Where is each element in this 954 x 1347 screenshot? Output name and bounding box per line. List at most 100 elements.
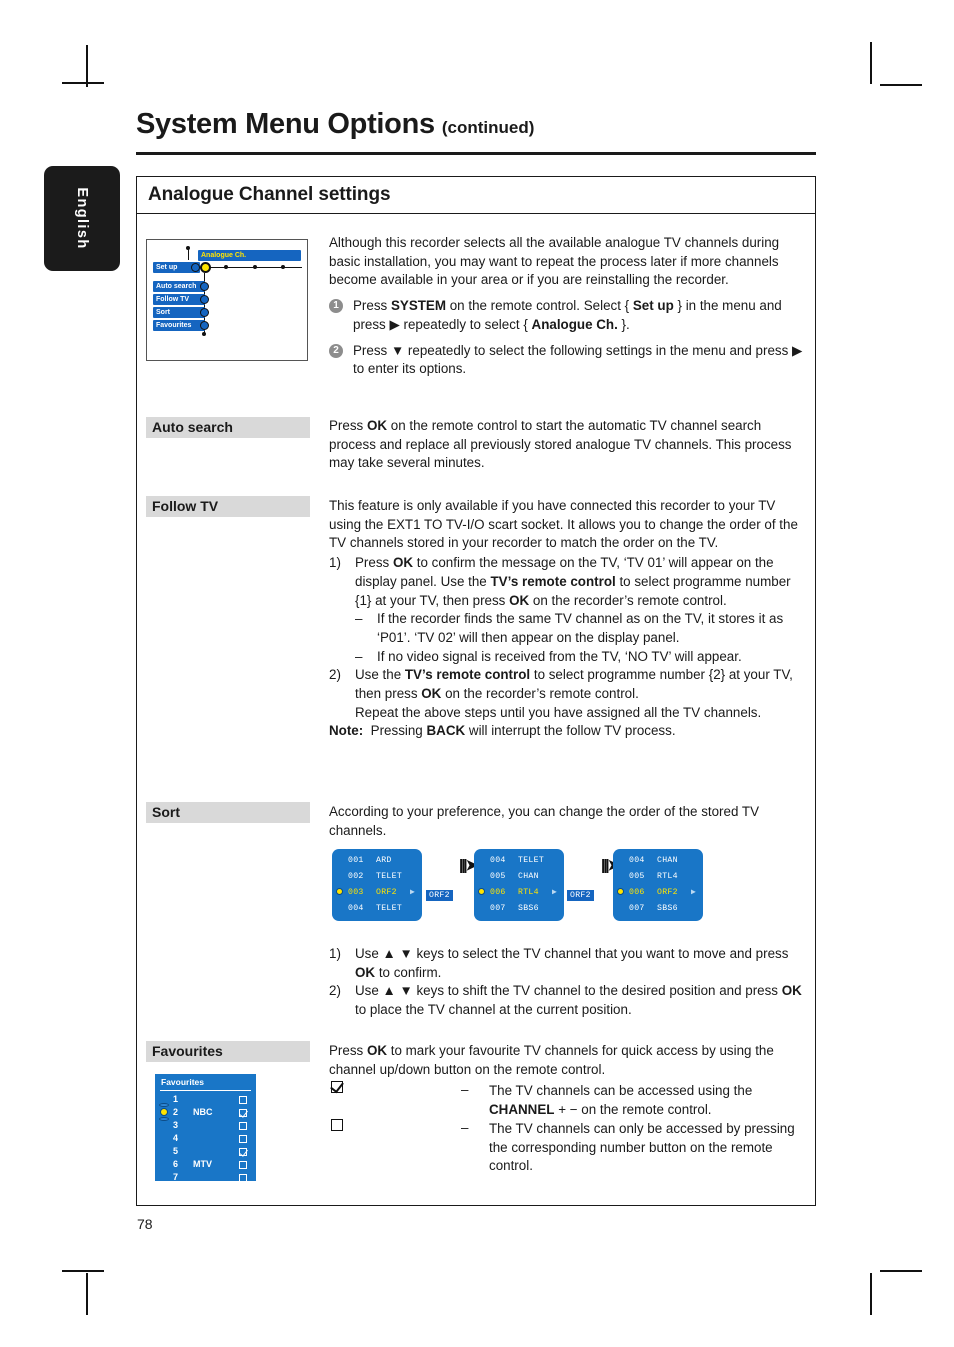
sort-step-1: 1) Use ▲ ▼ keys to select the TV channel… <box>329 945 807 982</box>
dash-marker: – <box>355 648 363 664</box>
legend-dash-1: – <box>461 1082 469 1097</box>
favourites-row-number: 5 <box>173 1146 179 1156</box>
sort-step-1-text: Use ▲ ▼ keys to select the TV channel th… <box>355 946 789 980</box>
follow-tv-dash-2: – If no video signal is received from th… <box>355 648 807 667</box>
sort-row-number: 002 <box>348 872 364 881</box>
crop-mark-top-left-vertical <box>86 45 88 87</box>
menu-track-bottom-dot <box>202 332 206 336</box>
sort-row: 001 ARD <box>332 853 422 869</box>
menu-track-dot-2 <box>253 265 257 269</box>
favourites-row: 2 NBC <box>155 1107 256 1120</box>
sort-row: 004 TELET <box>474 853 564 869</box>
sort-row-name: ARD <box>376 856 392 865</box>
favourites-checkbox-checked-icon[interactable] <box>239 1148 247 1156</box>
follow-tv-step-2-text: Use the TV’s remote control to select pr… <box>355 667 793 720</box>
favourites-checkbox-checked-icon[interactable] <box>239 1109 247 1117</box>
favourites-row-name: MTV <box>193 1159 212 1169</box>
follow-tv-step-2: 2) Use the TV’s remote control to select… <box>329 666 807 722</box>
favourites-checkbox-unchecked-icon[interactable] <box>239 1135 247 1143</box>
legend-text-2: The TV channels can only be accessed by … <box>489 1121 795 1174</box>
step-2-text: Press ▼ repeatedly to select the followi… <box>353 342 803 377</box>
intro-step-1: 1 Press SYSTEM on the remote control. Se… <box>329 297 807 334</box>
favourites-row-name: NBC <box>193 1107 213 1117</box>
menu-track-dot-1 <box>224 265 228 269</box>
sort-row-name: RTL4 <box>657 872 678 881</box>
sort-row: 004 CHAN <box>613 853 703 869</box>
sort-row: 007 SBS6 <box>474 901 564 917</box>
favourites-row-number: 7 <box>173 1172 179 1182</box>
sort-row-selected: 006 ORF2 ▶ <box>613 885 703 901</box>
favourites-row: 4 <box>155 1133 256 1146</box>
menu-header-analogue-ch: Analogue Ch. <box>198 250 301 261</box>
follow-tv-step-1-text: Press OK to confirm the message on the T… <box>355 555 791 608</box>
label-sort: Sort <box>146 802 310 823</box>
step-1-badge: 1 <box>329 299 343 314</box>
legend-text-1: The TV channels can be accessed using th… <box>489 1083 753 1117</box>
sort-row-name: SBS6 <box>518 904 539 913</box>
favourites-row: 3 <box>155 1120 256 1133</box>
favourites-row: 1 <box>155 1094 256 1107</box>
sort-row-selected: 006 RTL4 ▶ <box>474 885 564 901</box>
follow-tv-dash-2-text: If no video signal is received from the … <box>377 648 742 664</box>
favourites-checkbox-unchecked-icon[interactable] <box>239 1096 247 1104</box>
page-title-continued: (continued) <box>441 118 535 137</box>
sort-row-name: CHAN <box>657 856 678 865</box>
language-tab: English <box>44 166 120 271</box>
sort-row-number: 004 <box>629 856 645 865</box>
sort-step-1-number: 1) <box>329 946 341 961</box>
favourites-checkbox-unchecked-icon[interactable] <box>239 1161 247 1169</box>
favourites-intro: Press OK to mark your favourite TV chann… <box>329 1043 774 1077</box>
menu-node-favourites <box>200 321 209 330</box>
sort-row-number: 004 <box>348 904 364 913</box>
dash-marker: – <box>355 611 363 627</box>
favourites-checkbox-unchecked-icon[interactable] <box>239 1122 247 1130</box>
follow-tv-step-1: 1) Press OK to confirm the message on th… <box>329 554 807 610</box>
favourites-row-number: 3 <box>173 1120 179 1130</box>
menu-node-auto-search <box>200 282 209 291</box>
favourites-row: 7 <box>155 1172 256 1185</box>
sort-row-right-arrow-icon: ▶ <box>691 888 697 897</box>
favourites-row-number: 2 <box>173 1107 179 1117</box>
favourites-panel-illustration: Favourites 1 2 NBC 3 4 5 6 MTV 7 <box>155 1074 256 1182</box>
sort-step-2: 2) Use ▲ ▼ keys to shift the TV channel … <box>329 982 807 1019</box>
favourites-checkbox-unchecked-icon[interactable] <box>239 1174 247 1182</box>
favourites-panel-title: Favourites <box>161 1077 204 1087</box>
menu-stem-top-dot <box>186 246 190 250</box>
follow-tv-block: This feature is only available if you ha… <box>329 497 807 741</box>
legend-dash-2: – <box>461 1120 469 1135</box>
sort-row-name: RTL4 <box>518 888 539 897</box>
sort-row-number: 005 <box>490 872 506 881</box>
favourites-row: 5 <box>155 1146 256 1159</box>
analogue-channel-menu-illustration: Analogue Ch. Set up Auto search Follow T… <box>146 239 308 361</box>
follow-tv-note: Note: Pressing BACK will interrupt the f… <box>329 723 676 739</box>
label-follow-tv: Follow TV <box>146 496 310 517</box>
intro-step-2: 2 Press ▼ repeatedly to select the follo… <box>329 342 807 379</box>
favourites-row-number: 6 <box>173 1159 179 1169</box>
page-header: System Menu Options (continued) <box>136 108 816 141</box>
favourites-row-number: 1 <box>173 1094 179 1104</box>
sort-row-number: 006 <box>629 888 645 897</box>
sort-row-selected: 003 ORF2 ▶ <box>332 885 422 901</box>
title-divider <box>136 152 816 155</box>
follow-tv-step-2-number: 2) <box>329 667 341 683</box>
label-favourites: Favourites <box>146 1041 310 1062</box>
label-auto-search: Auto search <box>146 417 310 438</box>
favourites-row: 6 MTV <box>155 1159 256 1172</box>
menu-item-sort: Sort <box>153 307 205 318</box>
sort-chip-2: ORF2 <box>567 890 594 901</box>
sort-panel-middle: 004 TELET 005 CHAN 006 RTL4 ▶ 007 SBS6 <box>474 849 564 921</box>
sort-row-name: ORF2 <box>376 888 397 897</box>
sort-step-2-text: Use ▲ ▼ keys to shift the TV channel to … <box>355 983 802 1018</box>
page-title: System Menu Options <box>136 108 435 140</box>
sort-row-number: 007 <box>490 904 506 913</box>
sort-row: 005 RTL4 <box>613 869 703 885</box>
follow-tv-dash-1: – If the recorder finds the same TV chan… <box>355 610 807 647</box>
menu-track-dot-3 <box>281 265 285 269</box>
section-header: Analogue Channel settings <box>136 178 816 214</box>
legend-checkbox-checked-icon <box>331 1081 343 1093</box>
language-tab-label: English <box>74 187 90 250</box>
crop-mark-bottom-right-vertical <box>870 1273 872 1315</box>
sort-row-name: TELET <box>518 856 545 865</box>
sort-row-number: 003 <box>348 888 364 897</box>
crop-mark-bottom-left-vertical <box>86 1273 88 1315</box>
